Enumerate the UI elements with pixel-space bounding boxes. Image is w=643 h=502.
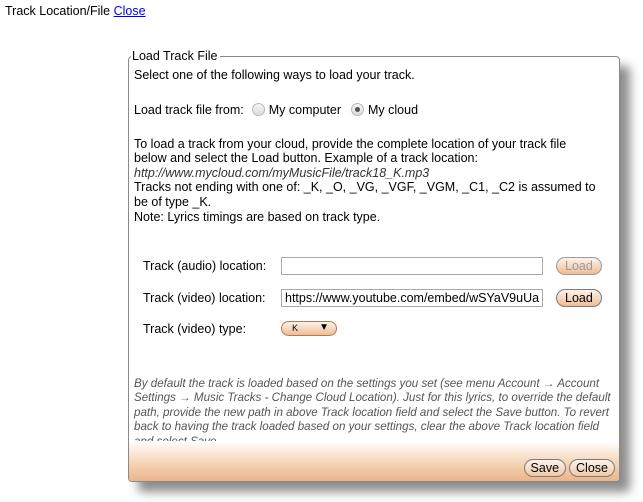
load-track-panel: Select one of the following ways to load…: [128, 56, 620, 482]
radio-button-checked[interactable]: [351, 103, 365, 117]
video-type-label: Track (video) type:: [143, 321, 247, 336]
radio-label: My cloud: [368, 102, 419, 117]
video-load-button[interactable]: Load: [556, 289, 602, 307]
load-from-row: Load track file from: My computer My clo…: [134, 103, 614, 117]
radio-button-unchecked[interactable]: [251, 103, 265, 117]
audio-load-button[interactable]: Load: [556, 257, 602, 275]
audio-location-label: Track (audio) location:: [143, 259, 267, 273]
example-location: http://www.mycloud.com/myMusicFile/track…: [134, 165, 430, 180]
info-line: Note: Lyrics timings are based on track …: [134, 209, 381, 224]
video-location-label: Track (video) location:: [143, 291, 266, 305]
default-settings-note: By default the track is loaded based on …: [134, 377, 611, 448]
video-type-value: K: [292, 323, 299, 333]
cloud-info: To load a track from your cloud, provide…: [134, 137, 614, 225]
page-header: Track Location/File Close: [5, 4, 146, 18]
radio-my-computer[interactable]: My computer: [251, 102, 342, 117]
video-type-select[interactable]: K ▼: [281, 321, 337, 336]
video-location-row: Track (video) location: https://www.yout…: [143, 289, 602, 307]
info-line: To load a track from your cloud, provide…: [134, 136, 567, 151]
load-from-label: Load track file from:: [134, 102, 244, 117]
dropdown-arrow-icon: ▼: [319, 322, 329, 333]
panel-legend: Load Track File: [131, 49, 221, 63]
save-button[interactable]: Save: [523, 459, 567, 477]
radio-my-cloud[interactable]: My cloud: [351, 103, 418, 117]
video-type-row: Track (video) type: K ▼: [143, 321, 337, 336]
audio-location-input[interactable]: [281, 257, 543, 275]
panel-footer: Save Close: [129, 441, 619, 481]
page-title: Track Location/File: [5, 4, 111, 18]
info-line: be of type _K.: [134, 194, 212, 209]
audio-location-row: Track (audio) location: Load: [143, 257, 602, 275]
close-link[interactable]: Close: [114, 4, 146, 18]
radio-label: My computer: [268, 102, 342, 117]
info-line: below and select the Load button. Exampl…: [134, 151, 478, 166]
intro-text: Select one of the following ways to load…: [134, 68, 415, 82]
info-line: Tracks not ending with one of: _K, _O, _…: [134, 180, 596, 195]
close-button[interactable]: Close: [569, 459, 615, 477]
video-location-input[interactable]: https://www.youtube.com/embed/wSYaV9uUa: [281, 289, 543, 307]
